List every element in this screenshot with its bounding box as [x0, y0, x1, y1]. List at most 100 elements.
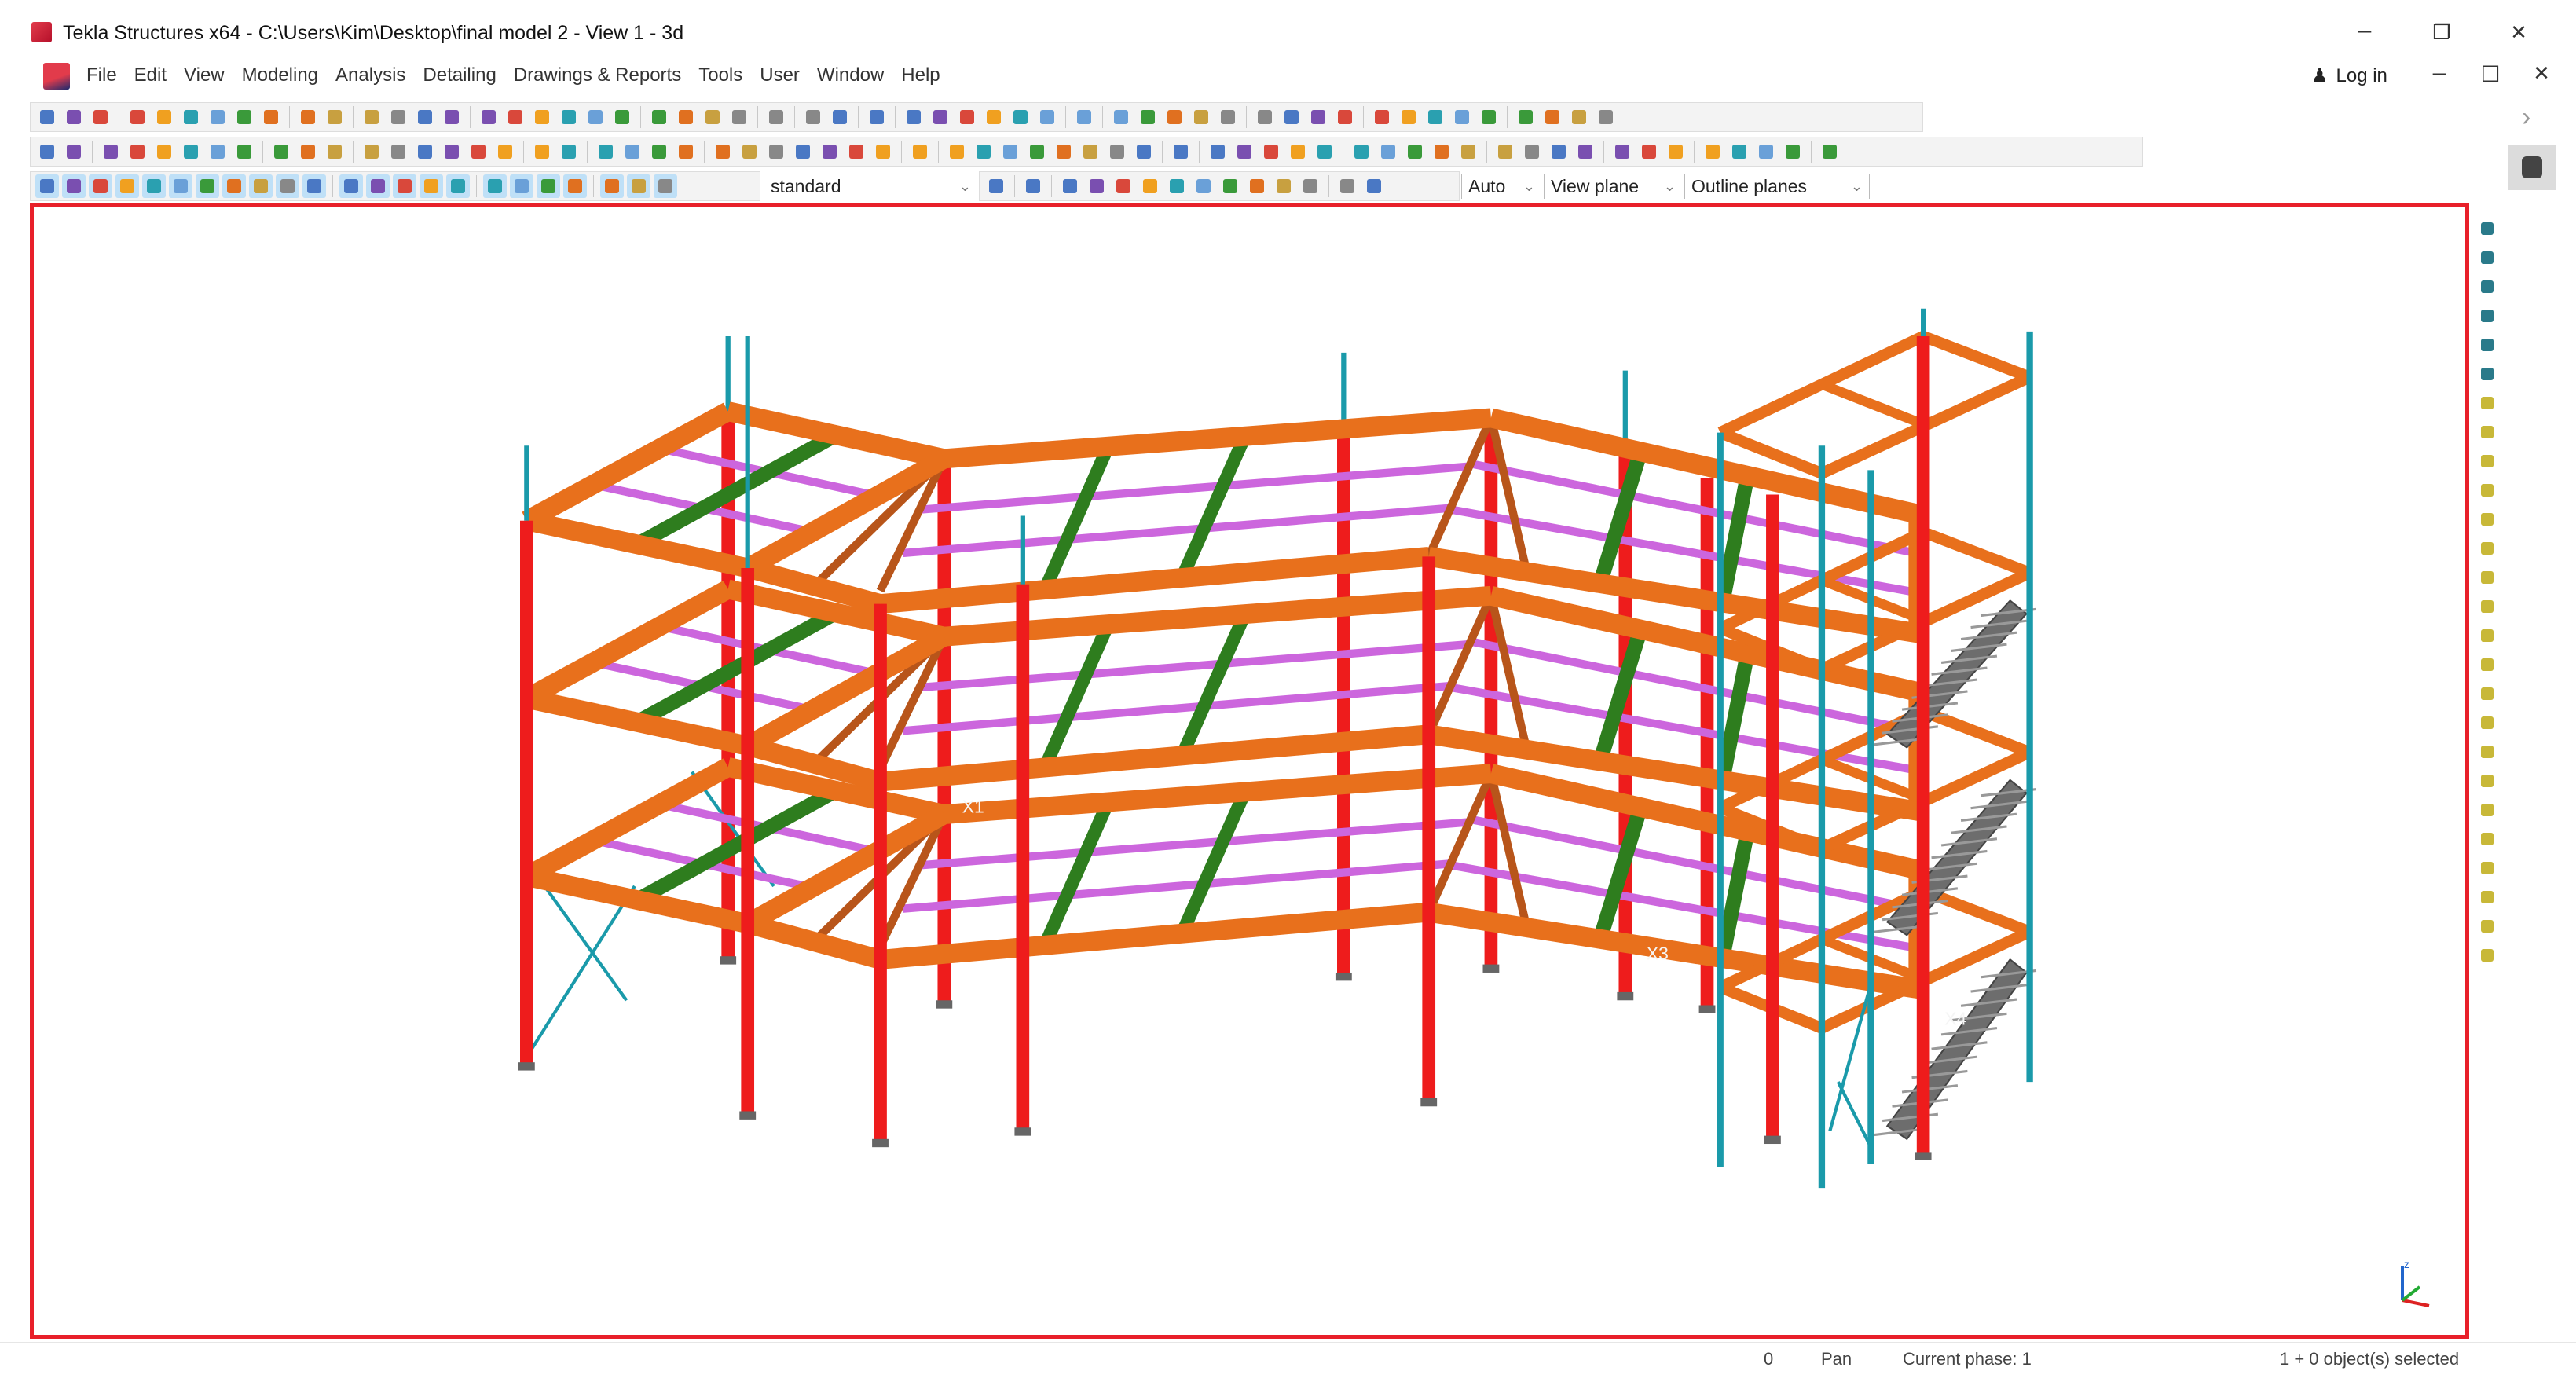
toolbar-button[interactable] — [1189, 105, 1213, 129]
toolbar-button[interactable] — [206, 105, 229, 129]
toolbar-button[interactable] — [1362, 174, 1386, 198]
toolbar-button[interactable] — [196, 174, 219, 198]
toolbar-button[interactable] — [35, 174, 59, 198]
toolbar-button[interactable] — [1079, 140, 1102, 163]
vertical-toolbar-button[interactable] — [2475, 478, 2499, 502]
toolbar-button[interactable] — [89, 174, 112, 198]
vertical-toolbar-button[interactable] — [2475, 217, 2499, 240]
toolbar-button[interactable] — [1567, 105, 1591, 129]
toolbar-button[interactable] — [1541, 105, 1564, 129]
menu-help[interactable]: Help — [901, 64, 940, 86]
toolbar-button[interactable] — [35, 105, 59, 129]
toolbar-button[interactable] — [537, 174, 560, 198]
toolbar-button[interactable] — [1253, 105, 1277, 129]
toolbar-button[interactable] — [584, 105, 607, 129]
toolbar-button[interactable] — [600, 174, 624, 198]
toolbar-button[interactable] — [323, 140, 346, 163]
toolbar-button[interactable] — [366, 174, 390, 198]
toolbar-button[interactable] — [296, 105, 320, 129]
vertical-toolbar-button[interactable] — [2475, 275, 2499, 299]
toolbar-button[interactable] — [420, 174, 443, 198]
menu-drawings-reports[interactable]: Drawings & Reports — [514, 64, 681, 86]
toolbar-button[interactable] — [530, 140, 554, 163]
toolbar-button[interactable] — [908, 140, 932, 163]
menu-view[interactable]: View — [184, 64, 225, 86]
toolbar-button[interactable] — [1664, 140, 1687, 163]
toolbar-button[interactable] — [1350, 140, 1373, 163]
document-minimize-button[interactable]: – — [2424, 60, 2455, 86]
toolbar-button[interactable] — [557, 105, 581, 129]
toolbar-button[interactable] — [791, 140, 815, 163]
toolbar-button[interactable] — [152, 105, 176, 129]
menu-window[interactable]: Window — [817, 64, 884, 86]
toolbar-button[interactable] — [1403, 140, 1427, 163]
toolbar-button[interactable] — [1021, 174, 1045, 198]
toolbar-button[interactable] — [1112, 174, 1135, 198]
toolbar-button[interactable] — [1072, 105, 1096, 129]
toolbar-button[interactable] — [727, 105, 751, 129]
toolbar-button[interactable] — [945, 140, 969, 163]
toolbar-button[interactable] — [627, 174, 650, 198]
toolbar-button[interactable] — [955, 105, 979, 129]
toolbar-button[interactable] — [1781, 140, 1805, 163]
vertical-toolbar-button[interactable] — [2475, 827, 2499, 851]
toolbar-button[interactable] — [738, 140, 761, 163]
toolbar-button[interactable] — [115, 174, 139, 198]
toolbar-button[interactable] — [1163, 105, 1186, 129]
toolbar-button[interactable] — [647, 140, 671, 163]
login-button[interactable]: ♟ Log in — [2311, 64, 2387, 87]
toolbar-button[interactable] — [446, 174, 470, 198]
toolbar-button[interactable] — [1245, 174, 1269, 198]
menu-file[interactable]: File — [86, 64, 117, 86]
tekla-menu-logo[interactable] — [43, 63, 70, 90]
toolbar-button[interactable] — [99, 140, 123, 163]
toolbar-button[interactable] — [764, 105, 788, 129]
3d-model-canvas[interactable]: X1 X3 X4 — [34, 207, 2465, 1335]
toolbar-button[interactable] — [126, 105, 149, 129]
toolbar-button[interactable] — [929, 105, 952, 129]
toolbar-button[interactable] — [152, 140, 176, 163]
toolbar-button[interactable] — [1136, 105, 1160, 129]
toolbar-button[interactable] — [1272, 174, 1295, 198]
toolbar-button[interactable] — [1259, 140, 1283, 163]
toolbar-button[interactable] — [1574, 140, 1597, 163]
toolbar-button[interactable] — [477, 105, 500, 129]
toolbar-button[interactable] — [393, 174, 416, 198]
toolbar-button[interactable] — [1216, 105, 1240, 129]
toolbar-button[interactable] — [563, 174, 587, 198]
toolbar-button[interactable] — [1218, 174, 1242, 198]
toolbar-button[interactable] — [1058, 174, 1082, 198]
menu-modeling[interactable]: Modeling — [242, 64, 318, 86]
toolbar-button[interactable] — [296, 140, 320, 163]
toolbar-button[interactable] — [1052, 140, 1075, 163]
toolbar-button[interactable] — [1085, 174, 1108, 198]
toolbar-button[interactable] — [1493, 140, 1517, 163]
vertical-toolbar-button[interactable] — [2475, 944, 2499, 967]
toolbar-button[interactable] — [1132, 140, 1156, 163]
vertical-toolbar-button[interactable] — [2475, 740, 2499, 764]
vertical-toolbar-button[interactable] — [2475, 798, 2499, 822]
toolbar-button[interactable] — [323, 105, 346, 129]
toolbar-button[interactable] — [1009, 105, 1032, 129]
vertical-toolbar-button[interactable] — [2475, 449, 2499, 473]
toolbar-button[interactable] — [1514, 105, 1537, 129]
toolbar-button[interactable] — [276, 174, 299, 198]
toolbar-button[interactable] — [594, 140, 617, 163]
toolbar-button[interactable] — [1701, 140, 1724, 163]
toolbar-button[interactable] — [982, 105, 1006, 129]
vertical-toolbar-button[interactable] — [2475, 391, 2499, 415]
selection-filter-dropdown[interactable]: standard ⌄ — [764, 174, 977, 199]
toolbar-button[interactable] — [1547, 140, 1570, 163]
toolbar-button[interactable] — [504, 105, 527, 129]
vertical-toolbar-button[interactable] — [2475, 362, 2499, 386]
toolbar-button[interactable] — [1754, 140, 1778, 163]
toolbar-button[interactable] — [621, 140, 644, 163]
window-restore-button[interactable]: ❐ — [2426, 20, 2457, 45]
toolbar-button[interactable] — [801, 105, 825, 129]
vertical-toolbar-button[interactable] — [2475, 653, 2499, 676]
vertical-toolbar-button[interactable] — [2475, 711, 2499, 735]
toolbar-button[interactable] — [387, 140, 410, 163]
window-close-button[interactable]: ✕ — [2503, 20, 2534, 45]
toolbar-button[interactable] — [972, 140, 995, 163]
toolbar-button[interactable] — [1333, 105, 1357, 129]
